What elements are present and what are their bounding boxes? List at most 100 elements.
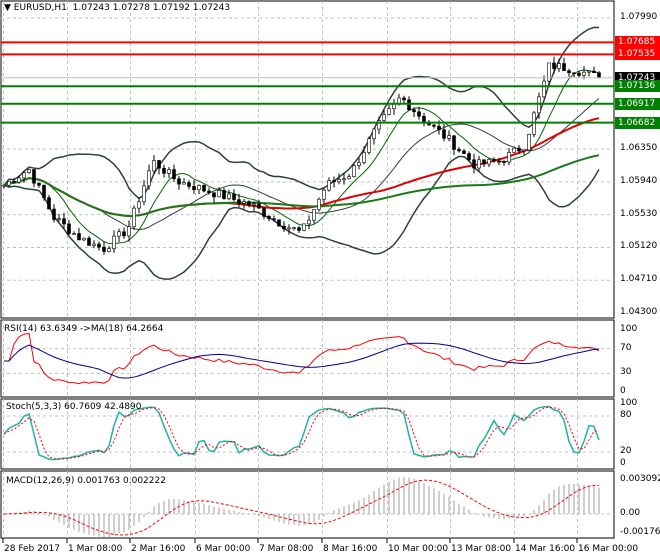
price-axis-label: 1.05120: [620, 241, 658, 252]
candle-body: [202, 185, 206, 192]
candle-body: [537, 96, 541, 114]
time-axis-label: 28 Feb 2017: [4, 544, 61, 554]
rsi-axis-label: 30: [620, 367, 632, 378]
candle-body: [67, 223, 71, 234]
stoch-axis-label: 0: [620, 458, 626, 468]
price-tag: 1.07535: [615, 48, 660, 61]
candle-body: [257, 203, 261, 209]
mt4-chart-window[interactable]: ▼ EURUSD,H1 1.07243 1.07278 1.07192 1.07…: [0, 0, 660, 560]
rsi-axis-label: 100: [620, 324, 638, 334]
candle-body: [522, 149, 526, 152]
candle-body: [347, 176, 351, 180]
rsi-axis-label: 70: [620, 342, 632, 353]
candle-body: [112, 235, 116, 249]
candle-body: [467, 153, 471, 161]
candle-body: [337, 179, 341, 183]
price-axis-label: 1.04300: [620, 307, 658, 317]
candle-body: [47, 197, 51, 210]
ohlc-values: 1.07243 1.07278 1.07192 1.07243: [72, 3, 231, 13]
price-axis-label: 1.07990: [620, 12, 658, 22]
candle-body: [512, 147, 516, 153]
time-axis-label: 7 Mar 08:00: [259, 544, 314, 554]
candle-body: [232, 193, 236, 200]
candle-body: [192, 186, 196, 191]
candle-body: [297, 227, 301, 231]
stoch-axis-label: 20: [620, 446, 632, 456]
candle-body: [212, 192, 216, 198]
candle-body: [432, 124, 436, 127]
time-axis-label: 1 Mar 08:00: [68, 544, 123, 554]
candle-body: [397, 97, 401, 104]
candle-body: [422, 115, 426, 123]
candle-body: [27, 169, 31, 174]
candle-body: [447, 135, 451, 139]
candle-body: [187, 182, 191, 187]
candle-body: [132, 207, 136, 228]
candle-body: [477, 159, 481, 169]
candle-body: [372, 128, 376, 140]
rsi-axis-label: 0: [620, 386, 626, 396]
candle-body: [362, 152, 366, 163]
candle-body: [237, 199, 241, 204]
price-tag: 1.07136: [615, 80, 660, 93]
candle-body: [462, 150, 466, 154]
candle-body: [17, 177, 21, 183]
candle-body: [82, 237, 86, 241]
candle-body: [272, 218, 276, 221]
candle-body: [592, 70, 596, 74]
candle-body: [142, 185, 146, 203]
candle-body: [312, 209, 316, 221]
candle-body: [307, 219, 311, 225]
candle-body: [262, 207, 266, 217]
candle-body: [207, 190, 211, 193]
candle-body: [267, 216, 271, 220]
macd-axis-label: 0.003092: [620, 474, 660, 484]
candle-body: [52, 208, 56, 220]
candle-body: [387, 108, 391, 115]
price-tag: 1.06917: [615, 97, 660, 110]
rsi-label: RSI(14) 63.6349 ->MA(18) 64.2664: [4, 324, 164, 334]
candle-body: [342, 178, 346, 181]
time-axis-label: 13 Mar 08:00: [451, 544, 512, 554]
candle-body: [12, 180, 16, 183]
candle-body: [402, 97, 406, 101]
time-axis-label: 6 Mar 00:00: [196, 544, 251, 554]
candle-body: [547, 62, 551, 82]
candle-body: [442, 129, 446, 139]
candle-body: [147, 170, 151, 187]
candle-body: [542, 80, 546, 98]
stoch-axis-label: 80: [620, 410, 632, 420]
price-axis-label: 1.05940: [620, 175, 658, 186]
candle-body: [482, 159, 486, 165]
candle-body: [152, 160, 156, 172]
price-tag: 1.06682: [615, 116, 660, 129]
candle-body: [37, 182, 41, 186]
candle-body: [487, 158, 491, 165]
candle-body: [77, 233, 81, 241]
collapse-triangle-icon[interactable]: ▼: [4, 3, 14, 13]
candle-body: [177, 178, 181, 185]
price-axis-label: 1.04710: [620, 274, 658, 285]
candle-body: [497, 160, 501, 163]
symbol-label: EURUSD,H1: [13, 3, 67, 13]
macd-axis-label: -0.001767: [620, 527, 660, 538]
candle-body: [282, 225, 286, 230]
candle-body: [157, 160, 161, 169]
candle-body: [407, 99, 411, 111]
time-axis-label: 16 Mar 00:00: [578, 544, 639, 554]
candle-body: [327, 180, 331, 191]
candle-body: [217, 190, 221, 198]
candle-body: [2, 184, 6, 187]
candle-body: [292, 227, 296, 229]
candle-body: [582, 71, 586, 76]
candle-body: [57, 218, 61, 221]
time-axis-label: 14 Mar 16:00: [515, 544, 576, 554]
candle-body: [492, 158, 496, 162]
time-axis-label: 2 Mar 16:00: [131, 544, 186, 554]
candle-body: [277, 219, 281, 227]
candle-body: [102, 246, 106, 252]
candle-body: [172, 169, 176, 180]
candle-body: [302, 223, 306, 231]
candle-body: [382, 114, 386, 121]
candle-body: [357, 162, 361, 166]
